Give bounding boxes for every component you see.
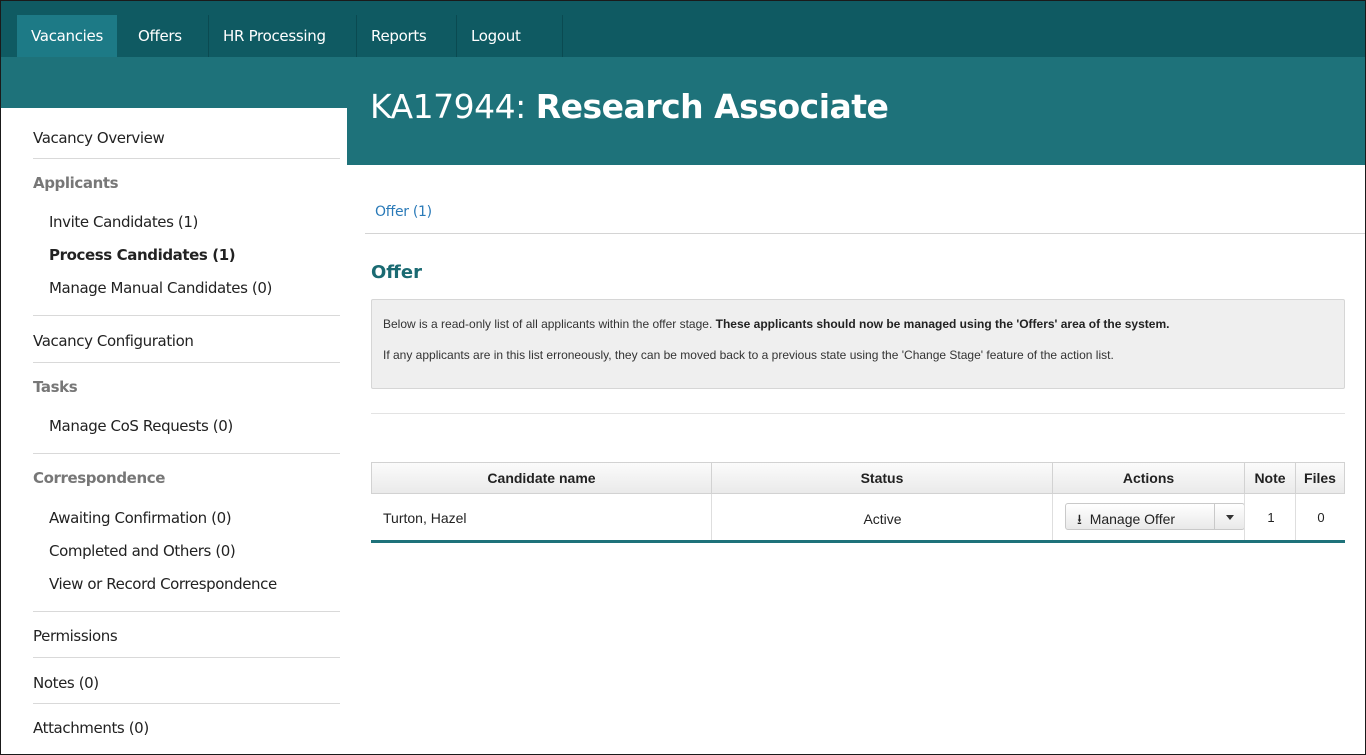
sidebar-heading-applicants: Applicants xyxy=(33,174,119,192)
manage-offer-button[interactable]: ⭳ Manage Offer xyxy=(1065,503,1245,530)
sidebar-item-permissions[interactable]: Permissions xyxy=(33,627,118,645)
info-line-2: If any applicants are in this list erron… xyxy=(383,348,1114,362)
chevron-down-icon[interactable] xyxy=(1226,515,1234,520)
sidebar-heading-tasks: Tasks xyxy=(33,378,78,396)
cell-status: Active xyxy=(863,511,902,527)
info-line-1-plain: Below is a read-only list of all applica… xyxy=(383,317,713,331)
nav-offers[interactable]: Offers xyxy=(124,15,196,57)
header-candidate-name[interactable]: Candidate name xyxy=(371,462,712,494)
sidebar-item-process-candidates[interactable]: Process Candidates (1) xyxy=(49,246,236,264)
sidebar-item-invite-candidates[interactable]: Invite Candidates (1) xyxy=(49,213,198,231)
sidebar-heading-correspondence: Correspondence xyxy=(33,469,165,487)
table-bottom-border xyxy=(371,540,1345,543)
header-status[interactable]: Status xyxy=(711,462,1053,494)
cell-status-container: Active xyxy=(711,494,1053,540)
sidebar-divider xyxy=(33,703,340,704)
manage-offer-text: Manage Offer xyxy=(1089,511,1176,527)
info-line-1-bold: These applicants should now be managed u… xyxy=(715,317,1170,331)
nav-logout[interactable]: Logout xyxy=(457,15,535,57)
tab-offer[interactable]: Offer (1) xyxy=(375,204,432,220)
title-box: KA17944: Research Associate xyxy=(347,57,1365,165)
nav-hr-processing[interactable]: HR Processing xyxy=(209,15,340,57)
sidebar-item-awaiting-confirmation[interactable]: Awaiting Confirmation (0) xyxy=(49,509,232,527)
info-line-1: Below is a read-only list of all applica… xyxy=(383,317,1169,331)
section-divider xyxy=(371,413,1345,414)
sidebar-item-view-or-record-correspondence[interactable]: View or Record Correspondence xyxy=(49,575,277,593)
cell-files: 0 xyxy=(1317,510,1325,525)
nav-separator xyxy=(562,15,563,57)
cell-actions: ⭳ Manage Offer xyxy=(1052,494,1245,540)
nav-vacancies[interactable]: Vacancies xyxy=(17,15,117,57)
sidebar-item-notes[interactable]: Notes (0) xyxy=(33,674,99,692)
vacancy-code: KA17944: xyxy=(370,87,526,126)
header-note[interactable]: Note xyxy=(1244,462,1296,494)
nav-reports[interactable]: Reports xyxy=(357,15,440,57)
sidebar-item-vacancy-overview[interactable]: Vacancy Overview xyxy=(33,129,165,147)
sidebar: Vacancy Overview Applicants Invite Candi… xyxy=(17,108,346,754)
sidebar-item-manage-cos-requests[interactable]: Manage CoS Requests (0) xyxy=(49,417,233,435)
sidebar-divider xyxy=(33,453,340,454)
cell-note: 1 xyxy=(1267,510,1275,525)
info-box: Below is a read-only list of all applica… xyxy=(371,299,1345,389)
cell-candidate-name[interactable]: Turton, Hazel xyxy=(383,510,467,526)
section-title: Offer xyxy=(371,262,422,283)
sidebar-item-vacancy-configuration[interactable]: Vacancy Configuration xyxy=(33,332,194,350)
header-actions: Actions xyxy=(1052,462,1245,494)
cell-note-container: 1 xyxy=(1244,494,1296,540)
sidebar-item-manage-manual-candidates[interactable]: Manage Manual Candidates (0) xyxy=(49,279,272,297)
sidebar-divider xyxy=(33,611,340,612)
top-navigation: Vacancies Offers HR Processing Reports L… xyxy=(1,1,1365,57)
manage-offer-label: ⭳ Manage Offer xyxy=(1077,509,1175,533)
cell-files-container: 0 xyxy=(1295,494,1345,540)
button-divider xyxy=(1214,504,1215,529)
header-files[interactable]: Files xyxy=(1295,462,1345,494)
tab-underline xyxy=(365,233,1365,234)
page-title: KA17944: Research Associate xyxy=(370,87,889,126)
sidebar-divider xyxy=(33,657,340,658)
sidebar-divider xyxy=(33,315,340,316)
sidebar-divider xyxy=(33,158,340,159)
sidebar-item-attachments[interactable]: Attachments (0) xyxy=(33,719,149,737)
vacancy-name: Research Associate xyxy=(535,87,889,126)
sidebar-item-completed-and-others[interactable]: Completed and Others (0) xyxy=(49,542,236,560)
download-icon: ⭳ xyxy=(1077,511,1082,527)
sidebar-divider xyxy=(33,362,340,363)
table-row: Turton, Hazel xyxy=(371,494,712,540)
